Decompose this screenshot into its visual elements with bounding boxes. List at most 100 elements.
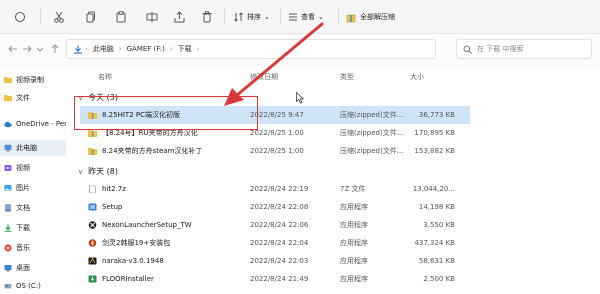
file-date: 2022/8/24 22:03 bbox=[250, 257, 309, 265]
recent-chevron-icon[interactable] bbox=[36, 44, 44, 56]
file-name: FLOORInstaller bbox=[102, 275, 154, 283]
cut-icon[interactable] bbox=[54, 10, 64, 24]
sidebar-item-label: 桌面 bbox=[16, 264, 30, 272]
red-highlight-box bbox=[74, 96, 258, 130]
folder-icon bbox=[4, 77, 12, 83]
sidebar-item-label: 文件 bbox=[16, 94, 30, 102]
column-header-date[interactable]: 修改日期 bbox=[250, 72, 278, 82]
search-input[interactable]: 在 下载 中搜索 bbox=[456, 39, 592, 59]
breadcrumb-separator-icon: › bbox=[118, 45, 122, 53]
toolbar-divider bbox=[338, 9, 339, 25]
file-row[interactable]: Setup 2022/8/24 22:08 应用程序 14,198 KB bbox=[80, 198, 470, 216]
sidebar-item-label: 下载 bbox=[16, 224, 30, 232]
group-header-yesterday[interactable]: ∨ 昨天 (8) bbox=[78, 166, 118, 177]
rename-icon[interactable] bbox=[146, 10, 158, 24]
extract-icon bbox=[346, 14, 356, 22]
share-icon[interactable] bbox=[174, 10, 185, 24]
mouse-cursor-icon bbox=[296, 92, 304, 104]
sidebar-item-label: 文档 bbox=[16, 204, 30, 212]
zip-folder-icon bbox=[88, 130, 97, 137]
picture-icon bbox=[4, 185, 12, 191]
file-name: hit2.7z bbox=[102, 185, 126, 193]
back-arrow-icon[interactable] bbox=[8, 44, 18, 56]
sidebar-item-files[interactable]: 文件 bbox=[0, 90, 66, 106]
extract-all-label: 全部解压缩 bbox=[360, 13, 395, 21]
paste-icon[interactable] bbox=[116, 10, 126, 24]
sidebar-item-pictures[interactable]: 图片 bbox=[0, 180, 66, 196]
column-header-size[interactable]: 大小 bbox=[410, 72, 424, 82]
delete-icon[interactable] bbox=[202, 10, 212, 24]
sidebar-item-label: OneDrive - Pers bbox=[16, 120, 66, 128]
sidebar-item-label: OS (C:) bbox=[16, 282, 41, 290]
file-row[interactable]: naraka-v3.0.1948 2022/8/24 22:03 应用程序 58… bbox=[80, 252, 470, 270]
sidebar-item-videos[interactable]: 视频 bbox=[0, 160, 66, 176]
file-row[interactable]: hit2.7z 2022/8/24 22:19 7Z 文件 13,044,20.… bbox=[80, 180, 470, 198]
video-icon bbox=[4, 165, 12, 171]
sidebar-item-onedrive[interactable]: OneDrive - Pers bbox=[0, 116, 66, 132]
drive-icon bbox=[4, 284, 12, 289]
column-header-type[interactable]: 类型 bbox=[340, 72, 354, 82]
file-date: 2022/8/24 22:06 bbox=[250, 221, 309, 229]
column-header-name[interactable]: 名称 bbox=[98, 72, 112, 82]
sidebar-item-os-drive[interactable]: OS (C:) bbox=[0, 278, 66, 294]
forward-arrow-icon[interactable] bbox=[22, 44, 32, 56]
sidebar-item-label: 图片 bbox=[16, 184, 30, 192]
file-size: 3,550 KB bbox=[423, 221, 455, 229]
file-row[interactable]: NexonLauncherSetup_TW 2022/8/24 22:06 应用… bbox=[80, 216, 470, 234]
nexon-icon bbox=[88, 221, 97, 229]
file-row[interactable]: FLOORInstaller 2022/8/24 21:49 应用程序 2,50… bbox=[80, 270, 470, 288]
sidebar-item-desktop[interactable]: 桌面 bbox=[0, 260, 66, 276]
file-name: 剑灵2韩服19+安装包 bbox=[102, 239, 171, 247]
navigation-pane: 视频录制 文件 OneDrive - Pers 此电脑 视频 图片 文档 下载 … bbox=[0, 66, 66, 290]
cloud-icon bbox=[4, 121, 12, 128]
sidebar-item-this-pc[interactable]: 此电脑 bbox=[0, 140, 66, 156]
file-size: 14,198 KB bbox=[418, 203, 455, 211]
chevron-down-icon: ⌄ bbox=[264, 13, 270, 21]
file-type: 应用程序 bbox=[340, 239, 368, 247]
breadcrumb-this-pc[interactable]: 此电脑 bbox=[93, 44, 114, 54]
computer-icon bbox=[4, 144, 12, 152]
file-size: 170,895 KB bbox=[414, 129, 455, 137]
sidebar-item-downloads[interactable]: 下载 bbox=[0, 220, 66, 236]
sidebar-item-video-recording[interactable]: 视频录制 bbox=[0, 72, 66, 88]
file-type: 应用程序 bbox=[340, 203, 368, 211]
download-icon bbox=[4, 224, 12, 232]
breadcrumb-downloads[interactable]: 下载 bbox=[178, 44, 192, 54]
view-label: 查看 bbox=[301, 13, 315, 21]
toolbar-divider bbox=[224, 9, 225, 25]
file-type: 7Z 文件 bbox=[340, 185, 366, 193]
file-row[interactable]: 剑灵2韩服19+安装包 2022/8/24 22:04 应用程序 437,324… bbox=[80, 234, 470, 252]
document-icon bbox=[5, 204, 11, 212]
more-options-icon[interactable] bbox=[14, 10, 26, 24]
game-icon bbox=[88, 239, 97, 247]
sidebar-item-label: 此电脑 bbox=[16, 144, 37, 152]
zip-folder-icon bbox=[88, 148, 97, 155]
sidebar-item-label: 视频录制 bbox=[16, 76, 44, 84]
sort-button[interactable]: 排序 ⌄ bbox=[234, 10, 270, 24]
extract-all-button[interactable]: 全部解压缩 bbox=[346, 10, 395, 24]
sidebar-item-documents[interactable]: 文档 bbox=[0, 200, 66, 216]
command-bar: 排序 ⌄ 查看 ⌄ 全部解压缩 bbox=[0, 0, 600, 34]
address-bar[interactable]: › 此电脑 › GAMEF (F:) › 下载 › bbox=[66, 39, 436, 59]
breadcrumb-separator-icon: › bbox=[169, 45, 173, 53]
toolbar-divider bbox=[280, 9, 281, 25]
desktop-icon bbox=[4, 265, 12, 272]
file-icon bbox=[89, 185, 96, 193]
sidebar-item-label: 视频 bbox=[16, 164, 30, 172]
chevron-down-icon: ⌄ bbox=[318, 13, 324, 21]
file-type: 应用程序 bbox=[340, 275, 368, 283]
file-name: Setup bbox=[102, 203, 123, 211]
view-button[interactable]: 查看 ⌄ bbox=[288, 10, 324, 24]
file-type: 应用程序 bbox=[340, 257, 368, 265]
breadcrumb-drive[interactable]: GAMEF (F:) bbox=[127, 45, 165, 53]
sidebar-item-music[interactable]: 音乐 bbox=[0, 240, 66, 256]
file-date: 2022/8/24 22:19 bbox=[250, 185, 309, 193]
setup-icon bbox=[88, 203, 97, 211]
file-type: 应用程序 bbox=[340, 221, 368, 229]
up-arrow-icon[interactable] bbox=[50, 44, 60, 56]
download-arrow-icon bbox=[74, 45, 82, 54]
copy-icon[interactable] bbox=[86, 10, 96, 24]
file-row[interactable]: 8.24夹带的方舟steam汉化补丁 2022/8/25 1:00 压缩(zip… bbox=[80, 142, 470, 160]
music-icon bbox=[4, 244, 12, 252]
file-size: 13,044,20... bbox=[412, 185, 455, 193]
